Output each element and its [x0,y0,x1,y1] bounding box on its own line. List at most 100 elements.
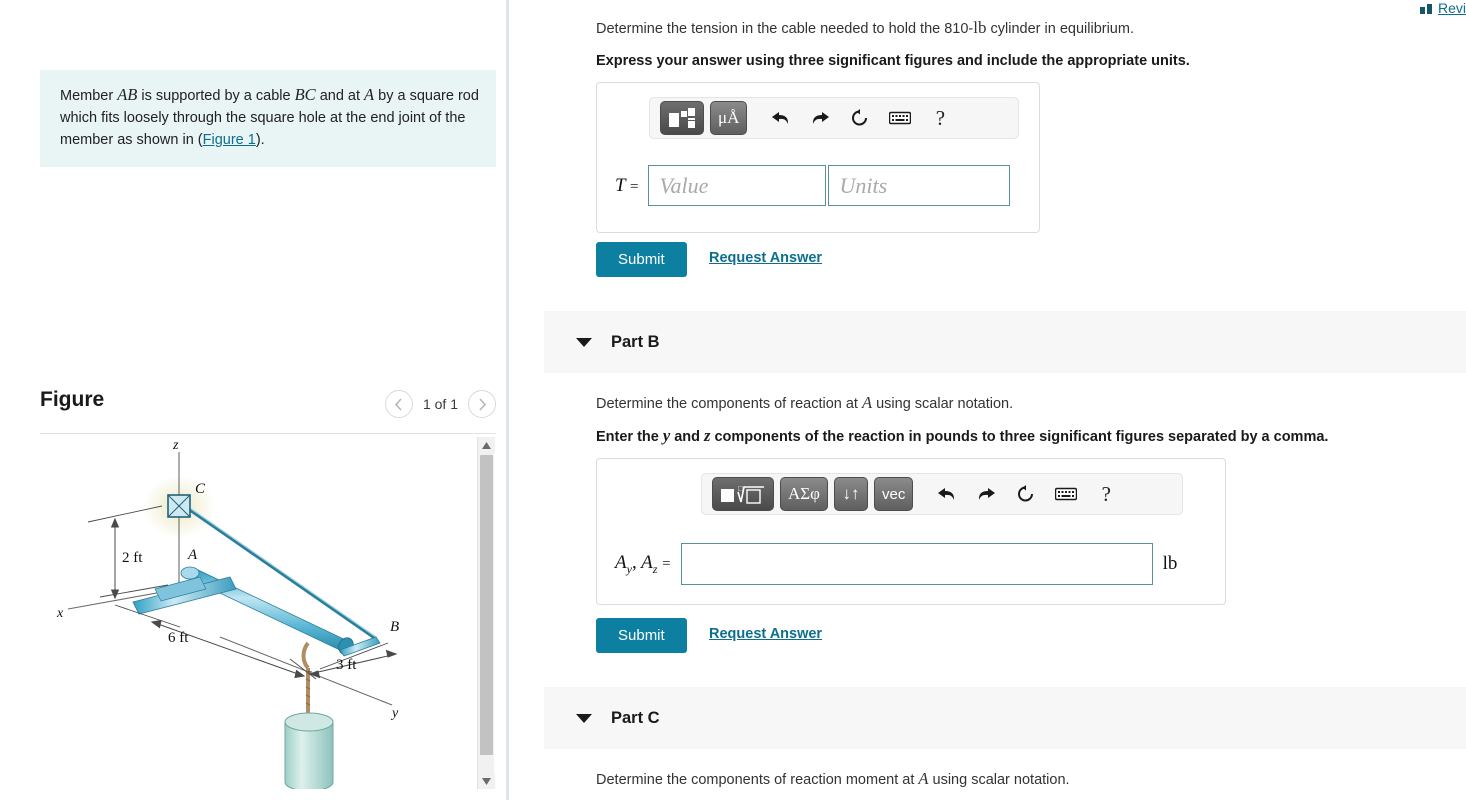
math-template-button[interactable] [660,101,704,135]
part-b-collapse-caret[interactable] [576,337,592,347]
part-a-answer-row: T = [615,165,1011,206]
units-button[interactable]: μÅ [710,101,748,135]
part-c-prompt-post: using scalar notation. [928,772,1070,788]
keyboard-icon [889,111,912,125]
main-panel: Revi Determine the tension in the cable … [512,0,1466,800]
reset-button[interactable] [1009,477,1043,511]
label-b: B [390,619,399,635]
figure-pager: 1 of 1 [384,390,496,418]
part-b-prompt-var: A [861,393,873,412]
svg-text:□: □ [738,484,743,493]
redo-button[interactable] [969,477,1003,511]
figure-image: z x y C A B 2 ft 6 ft 3 ft [40,437,496,797]
label-6ft: 6 ft [168,630,189,646]
bar-chart-icon [1419,3,1433,14]
redo-icon [978,487,995,500]
label-y: y [390,706,399,721]
figure-1-link[interactable]: Figure 1 [203,132,256,148]
keyboard-icon [1055,487,1078,501]
help-button-label: ? [935,105,946,130]
help-button-label: ? [1101,481,1111,506]
redo-button[interactable] [803,101,837,135]
part-a-request-answer-link[interactable]: Request Answer [709,250,822,266]
help-button[interactable]: ? [923,101,957,135]
part-b-answer-label: Ay, Az = [615,551,671,576]
review-link[interactable]: Revi [1419,0,1466,16]
greek-symbols-button[interactable]: ΑΣφ [780,477,828,511]
part-b-toolbar: □ ΑΣφ ↓↑ vec ? [701,473,1183,515]
figure-panel-title: Figure [40,388,105,411]
keyboard-button[interactable] [1049,477,1083,511]
figure-next-button[interactable] [468,390,496,418]
part-b-prompt-post: using scalar notation. [872,396,1014,412]
part-a-prompt-unit: lb [973,18,987,37]
figure-prev-button[interactable] [384,390,413,418]
part-c-title: Part C [611,708,660,727]
arrows-label: ↓↑ [842,484,860,503]
undo-button[interactable] [929,477,963,511]
review-label: Revi [1437,0,1466,16]
part-c-prompt: Determine the components of reaction mom… [596,769,1070,790]
part-c-prompt-var: A [918,769,929,788]
part-b-prompt: Determine the components of reaction at … [596,393,1013,414]
mechanics-diagram: z x y C A B 2 ft 6 ft 3 ft [56,438,399,789]
part-a-instruction: Express your answer using three signific… [596,53,1190,69]
part-a-value-input[interactable] [648,165,827,206]
reset-button[interactable] [843,101,877,135]
part-b-prompt-pre: Determine the components of reaction at [596,396,862,412]
intro-var-ab: AB [117,85,138,104]
undo-icon [771,111,788,124]
intro-text-5: ). [255,132,265,148]
part-a-prompt: Determine the tension in the cable neede… [596,18,1134,39]
part-a-prompt-pre: Determine the tension in the cable neede… [596,21,974,37]
keyboard-button[interactable] [883,101,917,135]
cylinder-load [284,712,334,789]
figure-page-label: 1 of 1 [422,396,458,412]
label-a: A [187,547,198,563]
page-root: Member AB is supported by a cable BC and… [0,0,1466,800]
intro-text-1: Member [60,88,118,104]
label-z: z [172,438,179,453]
square-rod-a [132,566,237,615]
arrows-button[interactable]: ↓↑ [833,477,868,511]
vector-button[interactable]: vec [873,477,914,511]
triangle-up-icon [482,441,491,449]
part-a-units-input[interactable] [828,165,1011,206]
undo-icon [937,487,954,500]
help-button[interactable]: ? [1089,477,1123,511]
left-panel: Member AB is supported by a cable BC and… [0,0,509,800]
part-a-submit-button[interactable]: Submit [596,242,687,277]
rope [301,641,311,715]
part-b-instruction: Enter the y and z components of the reac… [596,426,1329,445]
undo-button[interactable] [763,101,797,135]
part-a-prompt-post: cylinder in equilibrium. [986,21,1134,37]
part-b-submit-button[interactable]: Submit [596,618,687,653]
intro-var-a: A [364,85,375,104]
figure-scrollbar[interactable] [477,437,495,789]
part-b-units-suffix: lb [1162,553,1178,574]
reset-icon [1018,485,1034,502]
figure-header: Figure 1 of 1 [40,388,496,424]
scroll-down-button[interactable] [478,773,495,789]
reset-icon [852,109,868,126]
redo-icon [812,111,829,124]
part-c-header[interactable]: Part C [544,687,1466,749]
vector-label: vec [881,485,906,503]
part-b-request-answer-link[interactable]: Request Answer [709,626,822,642]
scrollbar-thumb[interactable] [480,455,493,755]
figure-divider [40,433,496,434]
scroll-up-button[interactable] [478,437,495,453]
intro-var-bc: BC [294,85,316,104]
part-c-collapse-caret[interactable] [576,713,592,723]
problem-statement: Member AB is supported by a cable BC and… [40,70,496,167]
math-template-icon [669,108,695,128]
part-b-value-input[interactable] [680,543,1153,585]
chevron-left-icon [395,397,403,411]
chevron-right-icon [478,397,486,411]
part-c-prompt-pre: Determine the components of reaction mom… [596,772,919,788]
triangle-down-icon [482,777,491,785]
part-b-answer-card: □ ΑΣφ ↓↑ vec ? Ay, Az = lb [596,458,1226,605]
part-b-header[interactable]: Part B [544,311,1466,373]
math-template-button[interactable]: □ [712,477,774,511]
label-2ft: 2 ft [122,550,143,566]
